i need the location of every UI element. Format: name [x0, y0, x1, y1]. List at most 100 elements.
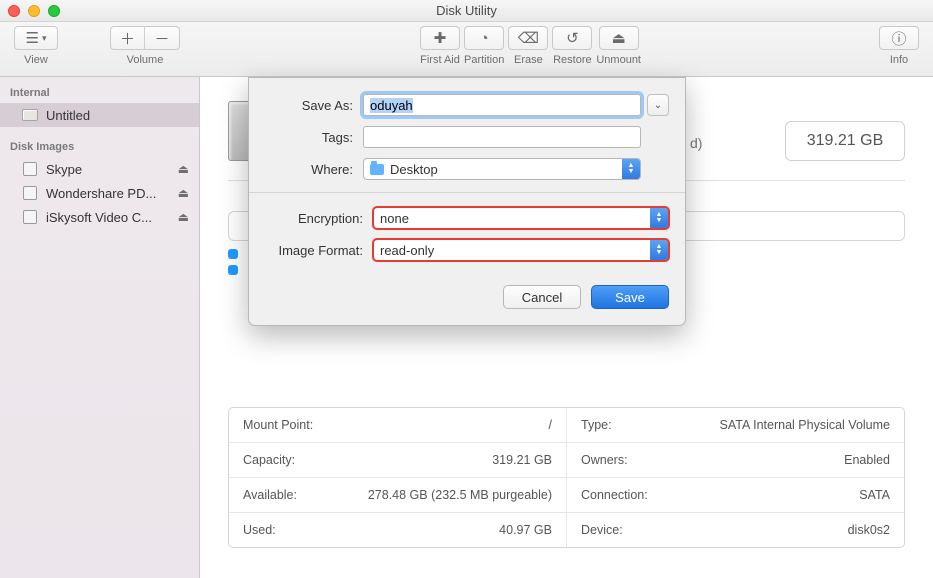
restore-button[interactable]: ↺ — [552, 26, 592, 50]
where-label: Where: — [265, 162, 353, 177]
restore-icon: ↺ — [566, 29, 579, 47]
sidebar-item-wondershare[interactable]: Wondershare PD... ⏏ — [0, 181, 199, 205]
window-controls — [8, 5, 60, 17]
minimize-window-icon[interactable] — [28, 5, 40, 17]
toolbar-label: First Aid — [420, 54, 460, 66]
cancel-button[interactable]: Cancel — [503, 285, 581, 309]
eject-icon[interactable]: ⏏ — [178, 186, 189, 200]
diskimage-icon — [22, 161, 38, 177]
sidebar-item-iskysoft[interactable]: iSkysoft Video C... ⏏ — [0, 205, 199, 229]
updown-icon: ▲▼ — [650, 208, 668, 228]
volume-add-icon[interactable]: ＋ — [111, 26, 145, 50]
info-button[interactable]: ⓘ — [879, 26, 919, 50]
button-label: Save — [615, 290, 645, 305]
updown-icon: ▲▼ — [650, 240, 668, 260]
info-key: Connection: — [581, 488, 648, 502]
erase-button[interactable]: ⌫ — [508, 26, 548, 50]
legend-dot-icon — [228, 249, 238, 259]
toolbar-label: Restore — [553, 54, 592, 66]
toolbar-info-group: ⓘ Info — [879, 26, 919, 66]
info-value: SATA Internal Physical Volume — [720, 418, 890, 432]
volume-remove-icon[interactable]: － — [145, 26, 179, 50]
toolbar-center: ✚ First Aid ◔ Partition ⌫ Erase ↺ Restore ⏏ U… — [182, 26, 879, 66]
disk-icon — [22, 107, 38, 123]
toolbar-label: Partition — [464, 54, 504, 66]
sidebar-item-untitled[interactable]: Untitled — [0, 103, 199, 127]
close-window-icon[interactable] — [8, 5, 20, 17]
erase-icon: ⌫ — [518, 29, 539, 47]
folder-icon — [370, 164, 384, 175]
info-value: disk0s2 — [848, 523, 890, 537]
info-key: Available: — [243, 488, 297, 502]
save-as-label: Save As: — [265, 98, 353, 113]
capacity-display: 319.21 GB — [785, 121, 905, 161]
sidebar-item-label: Skype — [46, 162, 82, 177]
info-table: Mount Point: / Type: SATA Internal Physica… — [228, 407, 905, 548]
legend-dots — [228, 249, 238, 281]
toolbar-label: Unmount — [596, 54, 641, 66]
info-value: / — [549, 418, 552, 432]
toolbar-label: Volume — [127, 54, 164, 66]
info-icon: ⓘ — [891, 28, 906, 49]
window-title: Disk Utility — [0, 3, 933, 18]
where-value: Desktop — [390, 162, 438, 177]
toolbar-label: Erase — [514, 54, 543, 66]
partial-text: d) — [690, 135, 702, 151]
diskimage-icon — [22, 185, 38, 201]
tags-input[interactable] — [363, 126, 641, 148]
sidebar-item-skype[interactable]: Skype ⏏ — [0, 157, 199, 181]
chevron-down-icon: ▾ — [42, 33, 47, 44]
eject-icon: ⏏ — [612, 29, 626, 47]
expand-button[interactable]: ⌄ — [647, 94, 669, 116]
partition-button[interactable]: ◔ — [464, 26, 504, 50]
where-select[interactable]: Desktop ▲▼ — [363, 158, 641, 180]
info-key: Used: — [243, 523, 276, 537]
pie-icon: ◔ — [480, 30, 489, 47]
sidebar: Internal Untitled Disk Images Skype ⏏ Wo… — [0, 77, 200, 578]
toolbar-label: Info — [890, 54, 908, 66]
image-format-label: Image Format: — [265, 243, 363, 258]
info-value: 319.21 GB — [492, 453, 552, 467]
view-button[interactable]: ☰▾ — [14, 26, 58, 50]
save-as-input[interactable] — [363, 94, 641, 116]
image-format-select[interactable]: read-only ▲▼ — [373, 239, 669, 261]
encryption-select[interactable]: none ▲▼ — [373, 207, 669, 229]
first-aid-button[interactable]: ✚ — [420, 26, 460, 50]
info-value: 40.97 GB — [499, 523, 552, 537]
info-value: 278.48 GB (232.5 MB purgeable) — [368, 488, 552, 502]
info-value: Enabled — [844, 453, 890, 467]
eject-icon[interactable]: ⏏ — [178, 210, 189, 224]
info-key: Capacity: — [243, 453, 295, 467]
info-key: Device: — [581, 523, 623, 537]
toolbar-view-group: ☰▾ View — [14, 26, 58, 66]
sidebar-heading-internal: Internal — [0, 83, 199, 103]
tags-label: Tags: — [265, 130, 353, 145]
volume-button[interactable]: ＋ － — [110, 26, 180, 50]
sidebar-heading-images: Disk Images — [0, 137, 199, 157]
image-format-value: read-only — [380, 243, 434, 258]
info-key: Type: — [581, 418, 612, 432]
diskimage-icon — [22, 209, 38, 225]
encryption-label: Encryption: — [265, 211, 363, 226]
eject-icon[interactable]: ⏏ — [178, 162, 189, 176]
updown-icon: ▲▼ — [622, 159, 640, 179]
toolbar: ☰▾ View ＋ － Volume ✚ First Aid ◔ Partition… — [0, 22, 933, 77]
legend-dot-icon — [228, 265, 238, 275]
toolbar-label: View — [24, 54, 48, 66]
zoom-window-icon[interactable] — [48, 5, 60, 17]
unmount-button[interactable]: ⏏ — [599, 26, 639, 50]
capacity-value: 319.21 GB — [807, 132, 884, 150]
stethoscope-icon: ✚ — [434, 29, 447, 47]
button-label: Cancel — [522, 290, 562, 305]
save-button[interactable]: Save — [591, 285, 669, 309]
sidebar-item-label: iSkysoft Video C... — [46, 210, 152, 225]
chevron-down-icon: ⌄ — [654, 100, 662, 111]
info-key: Owners: — [581, 453, 628, 467]
titlebar: Disk Utility — [0, 0, 933, 22]
encryption-value: none — [380, 211, 409, 226]
sidebar-item-label: Untitled — [46, 108, 90, 123]
toolbar-volume-group: ＋ － Volume — [110, 26, 180, 66]
sidebar-icon: ☰ — [26, 29, 39, 47]
save-dialog: Save As: ⌄ Tags: Where: Desktop ▲▼ Encry… — [248, 77, 686, 326]
info-key: Mount Point: — [243, 418, 313, 432]
